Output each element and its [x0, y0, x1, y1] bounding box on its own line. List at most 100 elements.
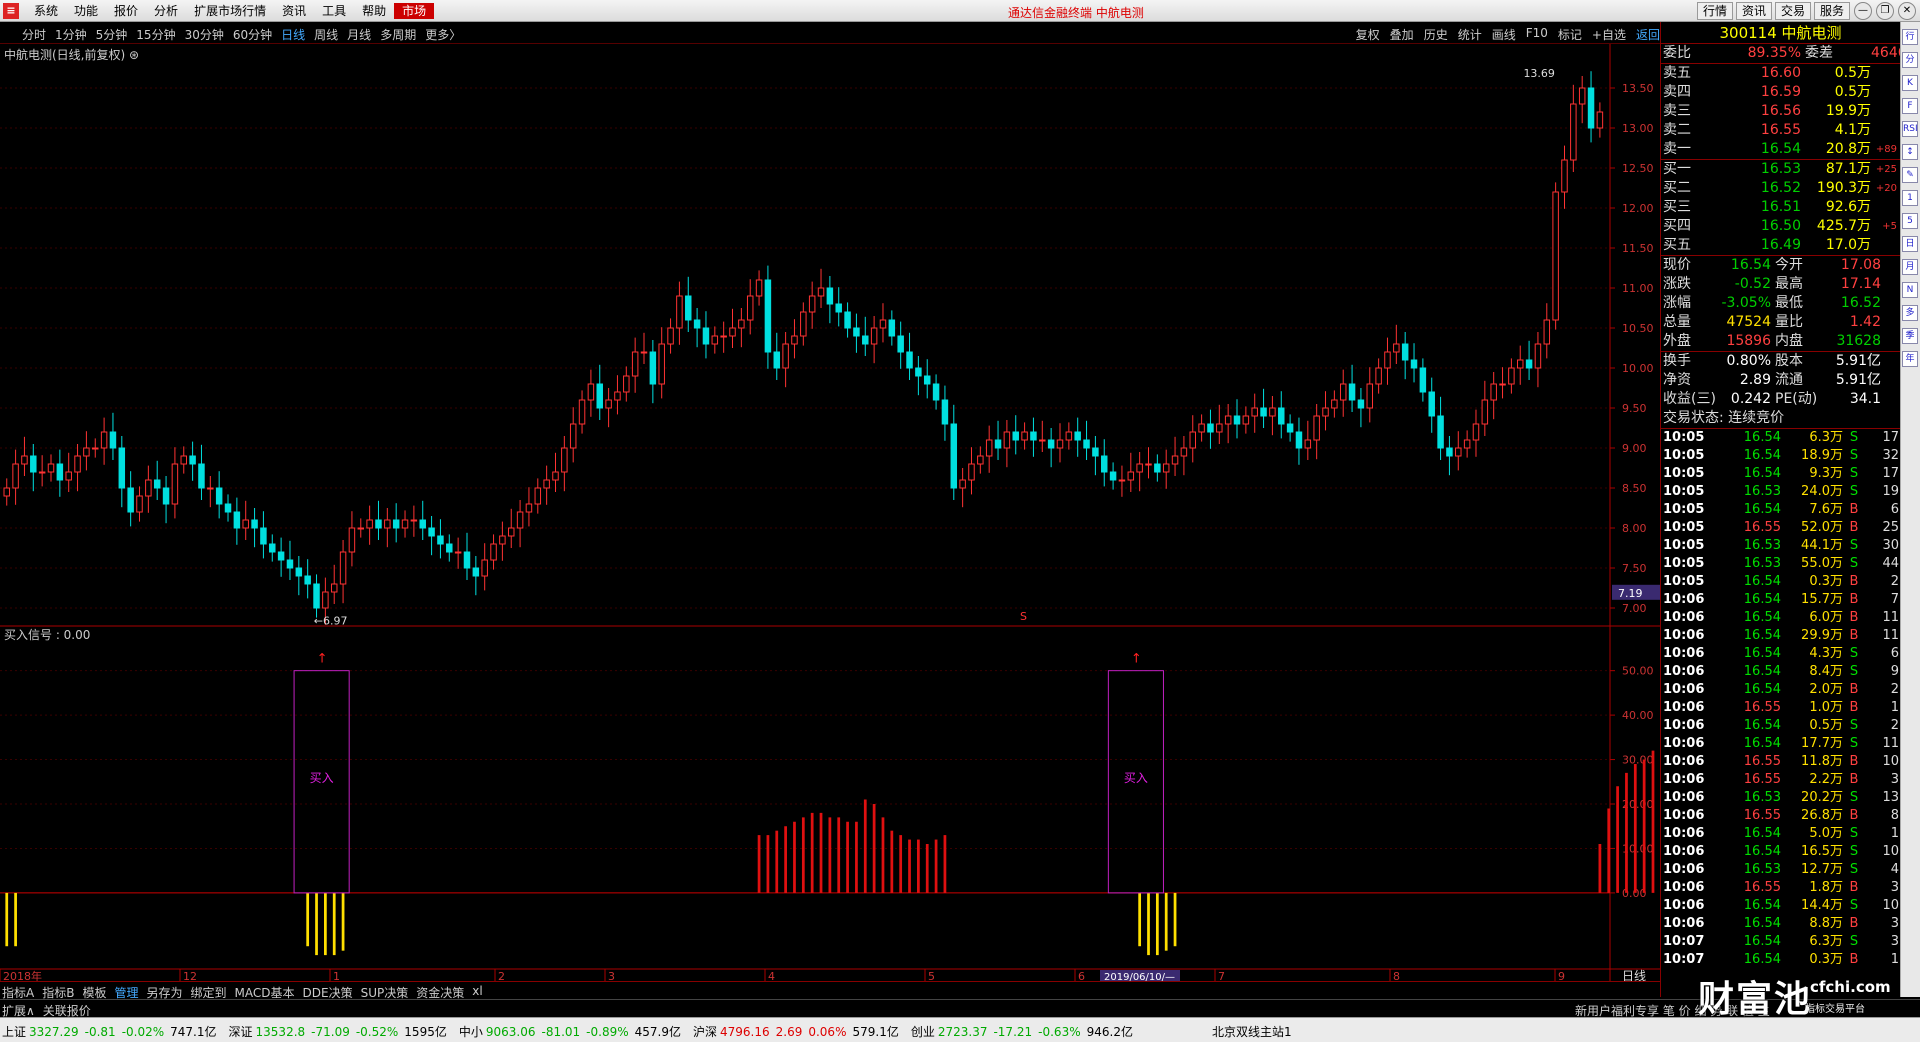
- index-item[interactable]: 深证 13532.8 -71.09 -0.52% 1595亿: [229, 1023, 447, 1040]
- tick-price: 16.54: [1743, 682, 1781, 697]
- side-tool-icon[interactable]: 多: [1902, 305, 1918, 321]
- candle-body: [446, 543, 453, 553]
- app-logo-icon[interactable]: ≡: [3, 3, 19, 19]
- candle-body: [1339, 383, 1347, 401]
- tick-volume: 2.0万: [1809, 682, 1843, 697]
- restore-icon[interactable]: ❐: [1876, 2, 1894, 20]
- top-button[interactable]: 交易: [1774, 2, 1811, 20]
- candle-body: [12, 463, 19, 489]
- tick-side: B: [1849, 520, 1859, 535]
- buy-signal-label: 买入: [310, 771, 334, 785]
- side-tool-icon[interactable]: 分: [1902, 52, 1918, 68]
- kline-chart[interactable]: 13.50 13.00 12.50 12.00 11.50 11.00 10.50 10.00…: [0, 44, 1660, 981]
- chart-tool-button[interactable]: 统计: [1458, 26, 1482, 43]
- stock-code-name[interactable]: 300114 中航电测: [1661, 22, 1900, 44]
- top-button[interactable]: 行情: [1696, 2, 1733, 20]
- index-item[interactable]: 中小 9063.06 -81.01 -0.89% 457.9亿: [459, 1023, 681, 1040]
- period-tab[interactable]: 月线: [347, 26, 371, 43]
- period-tab[interactable]: 日线: [281, 26, 305, 43]
- index-pct: -0.52%: [355, 1025, 399, 1039]
- index-item[interactable]: 上证 3327.29 -0.81 -0.02% 747.1亿: [2, 1023, 217, 1040]
- index-name: 上证: [2, 1025, 27, 1039]
- chart-tool-button[interactable]: 复权: [1356, 26, 1380, 43]
- price-tick-label: 13.00: [1622, 122, 1654, 135]
- menu-item[interactable]: 资讯: [274, 3, 314, 19]
- menu-item[interactable]: 工具: [314, 3, 354, 19]
- side-tool-icon[interactable]: F: [1902, 98, 1918, 114]
- candle-body: [1136, 463, 1143, 473]
- chart-tool-button[interactable]: F10: [1526, 26, 1548, 43]
- menu-item[interactable]: 报价: [106, 3, 146, 19]
- side-tool-icon[interactable]: K: [1902, 75, 1918, 91]
- menu-item[interactable]: 系统: [26, 3, 66, 19]
- tick-list[interactable]: 10:05 16.54 6.3万 S 17 10:05 16.54 18.9万 S 32 10:05…: [1661, 429, 1900, 969]
- menu-item[interactable]: 功能: [66, 3, 106, 19]
- candle-body: [543, 479, 550, 489]
- side-tool-icon[interactable]: ✎: [1902, 167, 1918, 183]
- menu-item[interactable]: 市场: [394, 3, 435, 19]
- candle-body: [676, 295, 683, 329]
- side-tool-icon[interactable]: 行: [1902, 29, 1918, 45]
- order-book-row: 买四 16.50 425.7万 +5: [1661, 217, 1900, 236]
- index-item[interactable]: 沪深 4796.16 2.69 0.06% 579.1亿: [693, 1023, 899, 1040]
- period-tab[interactable]: 多周期: [380, 26, 416, 43]
- tick-row: 10:07 16.54 6.3万 S 3: [1661, 933, 1900, 951]
- period-tab[interactable]: 更多〉: [425, 26, 461, 43]
- chart-tool-button[interactable]: 返回: [1636, 26, 1660, 43]
- window-controls: — ❐ ✕: [1854, 2, 1916, 20]
- period-tab[interactable]: 周线: [314, 26, 338, 43]
- candle-body: [490, 543, 497, 561]
- index-item[interactable]: 创业 2723.37 -17.21 -0.63% 946.2亿: [911, 1023, 1133, 1040]
- top-button[interactable]: 资讯: [1735, 2, 1772, 20]
- chart-tool-button[interactable]: 叠加: [1390, 26, 1414, 43]
- tick-price: 16.54: [1743, 898, 1781, 913]
- side-tool-icon[interactable]: RSI: [1902, 121, 1918, 137]
- server-status[interactable]: 北京双线主站1: [1212, 1023, 1292, 1040]
- tick-time: 10:05: [1663, 484, 1705, 499]
- period-tab[interactable]: 5分钟: [96, 26, 128, 43]
- period-tab[interactable]: 60分钟: [233, 26, 272, 43]
- candle-body: [162, 487, 170, 505]
- tick-count: 44: [1882, 556, 1899, 571]
- side-tool-icon[interactable]: 季: [1902, 328, 1918, 344]
- side-tool-icon[interactable]: 1: [1902, 190, 1918, 206]
- side-tool-icon[interactable]: N: [1902, 282, 1918, 298]
- chart-tool-button[interactable]: 画线: [1492, 26, 1516, 43]
- tick-count: 8: [1890, 808, 1899, 823]
- side-tool-icon[interactable]: 日: [1902, 236, 1918, 252]
- tick-row: 10:05 16.54 7.6万 B 6: [1661, 501, 1900, 519]
- candle-body: [1428, 391, 1435, 417]
- side-tool-icon[interactable]: ↕: [1902, 144, 1918, 160]
- menu-item[interactable]: 分析: [146, 3, 186, 19]
- book-price: 16.52: [1760, 180, 1801, 196]
- stat-label: 涨幅: [1663, 295, 1691, 311]
- index-pct: 0.06%: [808, 1025, 847, 1039]
- book-delta: +89: [1875, 144, 1897, 155]
- chart-tool-button[interactable]: 历史: [1424, 26, 1448, 43]
- tick-row: 10:05 16.55 52.0万 B 25: [1661, 519, 1900, 537]
- candle-body: [1472, 423, 1480, 441]
- menu-item[interactable]: 扩展市场行情: [186, 3, 274, 19]
- candle-body: [127, 487, 134, 513]
- stat-row: 净资 2.89 流通 5.91亿: [1661, 371, 1900, 390]
- chart-tool-button[interactable]: +自选: [1592, 26, 1626, 43]
- bottom-link[interactable]: 扩展∧: [2, 1004, 35, 1018]
- period-tab[interactable]: 分时: [22, 26, 46, 43]
- menu-item[interactable]: 帮助: [354, 3, 394, 19]
- candle-body: [1322, 407, 1329, 417]
- minimize-icon[interactable]: —: [1854, 2, 1872, 20]
- tick-time: 10:06: [1663, 898, 1705, 913]
- period-tab[interactable]: 15分钟: [136, 26, 175, 43]
- side-tool-icon[interactable]: 月: [1902, 259, 1918, 275]
- top-button[interactable]: 服务: [1813, 2, 1850, 20]
- cursor-price-label: 7.19: [1618, 587, 1643, 600]
- period-tab[interactable]: 1分钟: [55, 26, 87, 43]
- watermark-url: cfchi.com: [1810, 978, 1891, 996]
- tick-row: 10:07 16.54 0.3万 B 1: [1661, 951, 1900, 969]
- chart-tool-button[interactable]: 标记: [1558, 26, 1582, 43]
- side-tool-icon[interactable]: 5: [1902, 213, 1918, 229]
- close-icon[interactable]: ✕: [1898, 2, 1916, 20]
- period-tab[interactable]: 30分钟: [185, 26, 224, 43]
- bottom-link[interactable]: 关联报价: [43, 1004, 91, 1018]
- side-tool-icon[interactable]: 年: [1902, 351, 1918, 367]
